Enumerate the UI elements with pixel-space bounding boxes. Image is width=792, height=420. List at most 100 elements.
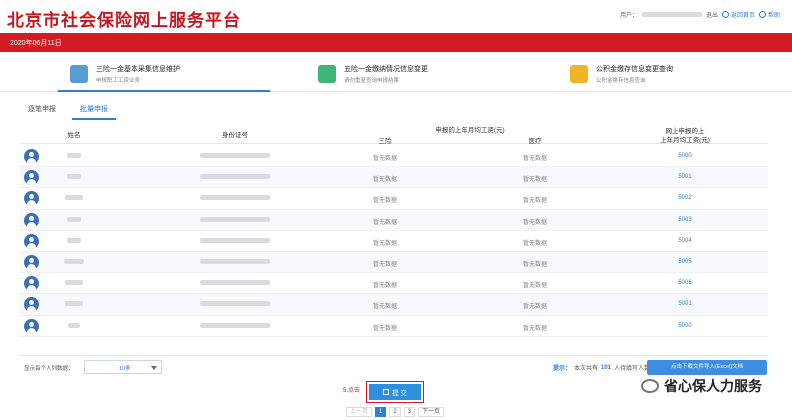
table-row[interactable]: 暂无数据 暂无数据 5002 bbox=[20, 188, 768, 210]
home-link[interactable]: 返回首页 bbox=[721, 10, 755, 19]
service-item-basic-info[interactable]: 三险一金基本采集信息维护 申报职工工资业务 bbox=[70, 59, 180, 89]
online-wage-cell[interactable]: 5000 bbox=[660, 323, 710, 329]
help-link[interactable]: 帮助 bbox=[758, 10, 780, 19]
submit-label: 提 交 bbox=[392, 390, 407, 397]
three-insurance-cell: 暂无数据 bbox=[372, 156, 397, 162]
folder-icon bbox=[570, 65, 588, 83]
table-row[interactable]: 暂无数据 暂无数据 5000 bbox=[20, 146, 768, 168]
medical-cell: 暂无数据 bbox=[522, 177, 547, 184]
service-subtitle: 公积金缴存信息查询 bbox=[596, 78, 646, 84]
document-icon bbox=[70, 65, 88, 83]
medical-cell: 暂无数据 bbox=[522, 304, 547, 311]
table-row[interactable]: 暂无数据 暂无数据 5003 bbox=[20, 209, 768, 231]
three-insurance-cell: 暂无数据 bbox=[372, 325, 397, 332]
table-row[interactable]: 暂无数据 暂无数据 5006 bbox=[20, 273, 768, 295]
table-row[interactable]: 暂无数据 暂无数据 5004 bbox=[20, 231, 768, 252]
edit-icon bbox=[383, 389, 390, 395]
name-cell bbox=[58, 301, 90, 308]
three-insurance-cell: 暂无数据 bbox=[372, 304, 397, 311]
header: 北京市社会保险网上服务平台 用户： 退出 返回首页 帮助 bbox=[0, 0, 792, 33]
avatar-icon bbox=[24, 254, 39, 270]
three-insurance-cell: 暂无数据 bbox=[372, 283, 397, 290]
tip-text-a: 本次共有 bbox=[574, 366, 599, 372]
user-name-blurred bbox=[641, 12, 702, 17]
table-row[interactable]: 暂无数据 暂无数据 5001 bbox=[20, 294, 768, 316]
avatar-icon bbox=[24, 276, 39, 292]
id-cell bbox=[190, 301, 280, 308]
name-cell bbox=[58, 322, 90, 330]
medical-cell: 暂无数据 bbox=[522, 325, 547, 332]
tab-batch-declare[interactable]: 批量申报 bbox=[72, 100, 116, 120]
service-subtitle: 请勿重复查询申报结果 bbox=[344, 78, 400, 84]
declare-tabs: 逐笔申报 批量申报 bbox=[20, 100, 116, 120]
medical-cell: 暂无数据 bbox=[522, 261, 547, 268]
header-right: 用户： 退出 返回首页 帮助 bbox=[620, 10, 780, 19]
online-wage-cell[interactable]: 5002 bbox=[660, 195, 710, 201]
help-link-label: 帮助 bbox=[767, 13, 780, 19]
online-wage-cell[interactable]: 5000 bbox=[660, 153, 710, 159]
table-header: 姓名 身份证号 申报的上年月均工资(元) 三险 医疗 网上申报的上 上年月均工资… bbox=[20, 122, 768, 145]
medical-cell: 暂无数据 bbox=[522, 283, 547, 290]
page-button-2[interactable]: 2 bbox=[389, 407, 401, 417]
table-row[interactable]: 暂无数据 暂无数据 5001 bbox=[20, 167, 768, 189]
table-row[interactable]: 暂无数据 暂无数据 5005 bbox=[20, 251, 768, 274]
online-wage-cell[interactable]: 5004 bbox=[660, 238, 710, 244]
prev-page-button[interactable]: 上一页 bbox=[346, 407, 373, 417]
service-item-payment-change[interactable]: 五险一金缴纳情况信息变更 请勿重复查询申报结果 bbox=[318, 59, 428, 89]
online-wage-cell[interactable]: 5003 bbox=[660, 217, 710, 223]
submit-highlight: 提 交 bbox=[366, 381, 424, 403]
date-bar: 2020年06月11日 bbox=[0, 33, 792, 52]
pagination: 上一页 1 2 3 下一页 bbox=[346, 407, 445, 417]
col-online-wage-line2: 上年月均工资(元) bbox=[660, 137, 710, 144]
id-cell bbox=[190, 153, 280, 160]
avatar-icon bbox=[24, 149, 39, 164]
service-active-indicator bbox=[58, 90, 270, 92]
wechat-icon bbox=[641, 379, 659, 393]
service-title: 公积金缴存信息变更查询 bbox=[596, 66, 673, 73]
online-wage-cell[interactable]: 5005 bbox=[660, 259, 710, 265]
three-insurance-cell: 暂无数据 bbox=[372, 177, 397, 184]
col-group: 申报的上年月均工资(元) bbox=[435, 127, 505, 134]
service-item-fund-query[interactable]: 公积金缴存信息变更查询 公积金缴存信息查询 bbox=[570, 59, 673, 89]
page-button-3[interactable]: 3 bbox=[403, 407, 416, 417]
id-cell bbox=[190, 174, 280, 181]
name-cell bbox=[58, 216, 90, 224]
tab-single-declare[interactable]: 逐笔申报 bbox=[20, 100, 64, 120]
next-page-button[interactable]: 下一页 bbox=[418, 407, 445, 417]
avatar-icon bbox=[24, 212, 39, 228]
online-wage-cell[interactable]: 5001 bbox=[660, 301, 710, 307]
three-insurance-cell: 暂无数据 bbox=[372, 261, 397, 268]
name-cell bbox=[58, 174, 90, 181]
medical-cell: 暂无数据 bbox=[522, 198, 547, 205]
chevron-down-icon bbox=[151, 366, 157, 370]
service-title: 三险一金基本采集信息维护 bbox=[96, 66, 180, 73]
col-three-insurance: 三险 bbox=[378, 138, 392, 145]
id-cell bbox=[190, 322, 280, 330]
home-icon bbox=[721, 11, 729, 18]
tip-count: 101 bbox=[601, 364, 612, 371]
exit-link[interactable]: 退出 bbox=[706, 10, 718, 19]
page-size-select[interactable]: 10条 bbox=[84, 360, 162, 374]
tip-text: 提示： 本次共有 101 人待填写人数 bbox=[553, 363, 651, 373]
submit-button[interactable]: 提 交 bbox=[369, 384, 421, 400]
online-wage-cell[interactable]: 5006 bbox=[660, 280, 710, 286]
watermark-text: 省心保人力服务 bbox=[664, 379, 762, 395]
col-medical: 医疗 bbox=[528, 138, 542, 145]
excel-import-button[interactable]: 点击下载文件导入(Excel)文档 bbox=[647, 360, 767, 375]
tip-text-b: 人待填写人数 bbox=[614, 366, 651, 372]
page-button-1[interactable]: 1 bbox=[375, 407, 387, 417]
name-cell bbox=[58, 153, 90, 160]
table-body: 暂无数据 暂无数据 5000 暂无数据 暂无数据 5001 暂无数据 暂无数据 … bbox=[20, 146, 768, 337]
col-id: 身份证号 bbox=[222, 132, 248, 139]
table-row[interactable]: 暂无数据 暂无数据 5000 bbox=[20, 316, 768, 337]
page-size-label: 显示每个人列数据： bbox=[24, 366, 74, 372]
form-icon bbox=[318, 65, 336, 83]
three-insurance-cell: 暂无数据 bbox=[372, 240, 397, 247]
three-insurance-cell: 暂无数据 bbox=[372, 219, 397, 226]
tip-label: 提示： bbox=[553, 366, 572, 372]
avatar-icon bbox=[24, 233, 39, 249]
service-subtitle: 申报职工工资业务 bbox=[96, 78, 141, 84]
home-link-label: 返回首页 bbox=[730, 13, 755, 19]
online-wage-cell[interactable]: 5001 bbox=[660, 174, 710, 180]
step-note: 5.点击 bbox=[343, 388, 361, 394]
